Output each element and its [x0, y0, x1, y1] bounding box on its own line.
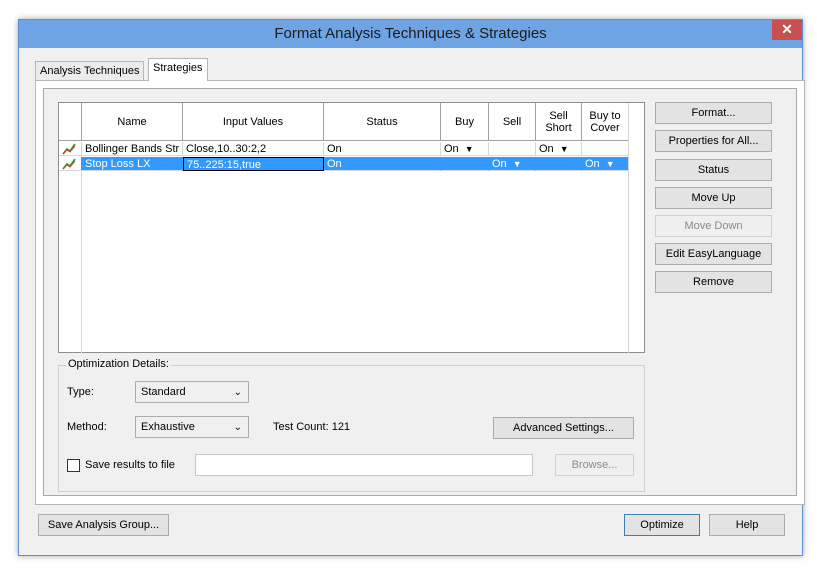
optimization-details-title: Optimization Details:	[66, 358, 171, 370]
header-sell-short[interactable]: Sell Short	[536, 103, 582, 141]
chevron-down-icon: ▼	[464, 144, 474, 154]
header-buy[interactable]: Buy	[441, 103, 489, 141]
row-buy-to-cover-value: On	[585, 158, 600, 170]
test-count: Test Count: 121	[273, 421, 351, 433]
table-row[interactable]: Stop Loss LX 75..225:15,true On On ▼ On ▼	[59, 157, 629, 171]
close-button[interactable]: ✕	[772, 20, 802, 40]
strategy-icon	[59, 157, 82, 171]
row-sell[interactable]	[489, 142, 536, 156]
status-button[interactable]: Status	[655, 159, 772, 181]
method-label: Method:	[67, 421, 107, 433]
save-analysis-group-button[interactable]: Save Analysis Group...	[38, 514, 169, 536]
row-name: Stop Loss LX	[82, 157, 183, 171]
header-buy-to-cover[interactable]: Buy to Cover	[582, 103, 629, 141]
header-icon-column	[59, 103, 82, 141]
row-buy-dropdown[interactable]: On ▼	[441, 142, 489, 156]
row-sell-dropdown[interactable]: On ▼	[489, 157, 536, 171]
strategies-grid: Name Input Values Status Buy Sell Sell S…	[58, 102, 645, 353]
tab-analysis-techniques[interactable]: Analysis Techniques	[35, 61, 145, 81]
row-sell-short-dropdown[interactable]: On ▼	[536, 142, 582, 156]
row-name: Bollinger Bands Str	[82, 142, 183, 156]
chevron-down-icon: ▼	[605, 159, 615, 169]
window-title: Format Analysis Techniques & Strategies	[274, 25, 547, 42]
type-label: Type:	[67, 386, 94, 398]
strategies-panel: Name Input Values Status Buy Sell Sell S…	[35, 80, 805, 505]
optimization-details-group: Optimization Details: Type: Standard ⌄ M…	[58, 358, 645, 492]
dialog-window: Format Analysis Techniques & Strategies …	[18, 19, 805, 556]
type-select[interactable]: Standard ⌄	[135, 381, 249, 403]
header-input-values[interactable]: Input Values	[183, 103, 324, 141]
properties-for-all-button[interactable]: Properties for All...	[655, 130, 772, 152]
row-buy[interactable]	[441, 157, 489, 171]
advanced-settings-button[interactable]: Advanced Settings...	[493, 417, 634, 439]
header-sell[interactable]: Sell	[489, 103, 536, 141]
strategy-icon	[59, 142, 82, 156]
row-status[interactable]: On	[324, 157, 441, 171]
type-select-value: Standard	[141, 386, 186, 398]
panel-frame: Name Input Values Status Buy Sell Sell S…	[43, 88, 797, 496]
optimize-button[interactable]: Optimize	[624, 514, 700, 536]
format-button[interactable]: Format...	[655, 102, 772, 124]
move-down-button[interactable]: Move Down	[655, 215, 772, 237]
move-up-button[interactable]: Move Up	[655, 187, 772, 209]
chevron-down-icon: ⌄	[233, 421, 242, 433]
method-select[interactable]: Exhaustive ⌄	[135, 416, 249, 438]
save-results-checkbox[interactable]	[67, 459, 80, 472]
chevron-down-icon: ▼	[512, 159, 522, 169]
grid-line	[628, 103, 629, 353]
grid-line	[81, 172, 82, 353]
header-name[interactable]: Name	[82, 103, 183, 141]
row-buy-value: On	[444, 143, 459, 155]
row-sell-short[interactable]	[536, 157, 582, 171]
tab-strategies[interactable]: Strategies	[148, 58, 208, 81]
row-sell-short-value: On	[539, 143, 554, 155]
row-buy-to-cover[interactable]	[582, 142, 629, 156]
chevron-down-icon: ▼	[559, 144, 569, 154]
file-path-input[interactable]	[195, 454, 533, 476]
row-status[interactable]: On	[324, 142, 441, 156]
row-input-values[interactable]: 75..225:15,true	[183, 157, 324, 171]
remove-button[interactable]: Remove	[655, 271, 772, 293]
header-status[interactable]: Status	[324, 103, 441, 141]
table-row[interactable]: Bollinger Bands Str Close,10..30:2,2 On …	[59, 142, 629, 156]
browse-button[interactable]: Browse...	[555, 454, 634, 476]
row-input-values[interactable]: Close,10..30:2,2	[183, 142, 324, 156]
help-button[interactable]: Help	[709, 514, 785, 536]
save-results-label: Save results to file	[85, 459, 175, 471]
chevron-down-icon: ⌄	[233, 386, 242, 398]
row-buy-to-cover-dropdown[interactable]: On ▼	[582, 157, 629, 171]
method-select-value: Exhaustive	[141, 421, 195, 433]
row-sell-value: On	[492, 158, 507, 170]
edit-easylanguage-button[interactable]: Edit EasyLanguage	[655, 243, 772, 265]
